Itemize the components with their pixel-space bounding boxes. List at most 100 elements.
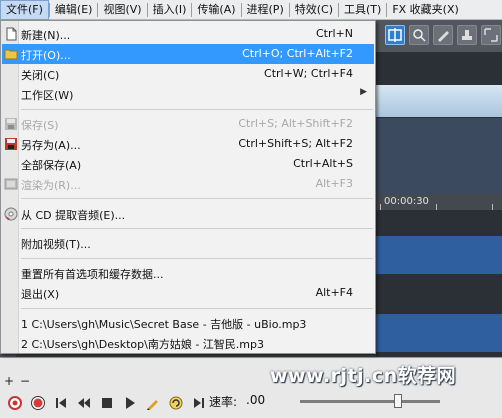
menu-item-shortcut: Ctrl+S; Alt+Shift+F2 [238,117,353,130]
record-arm-button[interactable] [6,394,24,412]
rate-value: .00 [246,393,266,407]
zoom-tool-button[interactable] [409,25,429,45]
rewind-icon [78,398,90,408]
zoom-out-button[interactable]: − [20,374,30,388]
loop-button[interactable] [167,394,185,412]
menu-item-save[interactable]: 保存(S) Ctrl+S; Alt+Shift+F2 [2,114,374,134]
menu-item-new[interactable]: 新建(N)... Ctrl+N [2,24,374,44]
loop-icon [169,396,183,410]
video-thumbnail-strip [376,85,502,117]
rate-slider[interactable] [300,400,440,403]
menu-item-shortcut: Alt+F4 [315,286,353,299]
record-button[interactable] [29,394,47,412]
stamp-tool-button[interactable] [457,25,477,45]
go-to-end-button[interactable] [190,394,208,412]
split-tool-button[interactable] [385,25,405,45]
stop-button[interactable] [98,394,116,412]
menu-edit[interactable]: 编辑(E) [50,0,98,20]
menu-item-render-as[interactable]: 渲染为(R)... Alt+F3 [2,174,374,194]
menu-item-recent-file[interactable]: 2 C:\Users\gh\Desktop\南方姑娘 - 江智民.mp3 [2,333,374,353]
menu-file[interactable]: 文件(F) [0,0,49,20]
file-menu-dropdown: 新建(N)... Ctrl+N 打开(O)... Ctrl+O; Ctrl+Al… [0,20,376,354]
menu-item-exit[interactable]: 退出(X) Alt+F4 [2,283,374,303]
folder-open-icon [3,46,18,61]
pencil-icon [438,31,449,42]
menu-insert[interactable]: 插入(I) [148,0,192,20]
record-arm-icon [8,396,22,410]
go-to-end-icon [194,398,204,408]
go-to-start-button[interactable] [52,394,70,412]
edit-pen-button[interactable] [144,394,162,412]
menu-item-label: 1 C:\Users\gh\Music\Secret Base - 吉他版 - … [21,318,307,331]
audio-waveform [376,236,502,274]
menu-item-attach-video[interactable]: 附加视频(T)... [2,233,374,253]
menu-bar: 文件(F) 编辑(E) 视图(V) 插入(I) 传输(A) 进程(P) 特效(C… [0,0,502,20]
go-to-start-icon [56,398,66,408]
menu-item-label: 新建(N)... [21,29,71,42]
menu-separator [21,198,373,199]
menu-item-shortcut: Ctrl+W; Ctrl+F4 [264,67,353,80]
menu-item-reset-preferences[interactable]: 重置所有首选项和缓存数据... [2,263,374,283]
zoom-icon [413,29,426,42]
split-icon [388,28,402,42]
menu-effects[interactable]: 特效(C) [290,0,338,20]
menu-item-label: 保存(S) [21,119,59,132]
play-icon [126,397,135,409]
stop-icon [102,398,112,408]
menu-separator [21,258,373,259]
rewind-button[interactable] [75,394,93,412]
menu-item-close[interactable]: 关闭(C) Ctrl+W; Ctrl+F4 [2,64,374,84]
menu-transport[interactable]: 传输(A) [192,0,240,20]
menu-item-recent-file[interactable]: 1 C:\Users\gh\Music\Secret Base - 吉他版 - … [2,313,374,333]
pencil-tool-button[interactable] [433,25,453,45]
timeline-time-label: 00:00:30 [384,196,429,207]
rate-slider-thumb[interactable] [394,394,402,408]
menu-item-shortcut: Ctrl+N [315,27,353,40]
watermark: www.rjtj.cn软荐网 [270,365,457,387]
menu-view[interactable]: 视图(V) [98,0,146,20]
submenu-arrow-icon: ▶ [360,87,367,97]
menu-item-save-as[interactable]: 另存为(A)... Ctrl+Shift+S; Alt+F2 [2,134,374,154]
menu-item-shortcut: Ctrl+Shift+S; Alt+F2 [238,137,353,150]
menu-item-label: 打开(O)... [21,49,71,62]
audio-waveform [376,314,502,352]
menu-item-open[interactable]: 打开(O)... Ctrl+O; Ctrl+Alt+F2 [2,44,374,64]
menu-item-shortcut: Ctrl+O; Ctrl+Alt+F2 [242,47,353,60]
play-button[interactable] [121,394,139,412]
new-file-icon [3,26,18,41]
save-as-icon [3,136,18,151]
menu-item-label: 渲染为(R)... [21,179,81,192]
edit-pen-icon [147,400,158,410]
rate-label: 速率: [209,395,238,409]
menu-item-label: 重置所有首选项和缓存数据... [21,268,164,281]
ruler-tick [492,204,493,210]
ruler-tick [436,204,437,210]
menu-item-label: 2 C:\Users\gh\Desktop\南方姑娘 - 江智民.mp3 [21,338,264,351]
menu-item-label: 关闭(C) [21,69,60,82]
menu-item-shortcut: Alt+F3 [315,177,353,190]
menu-separator [21,308,373,309]
record-icon [31,396,45,410]
menu-tools[interactable]: 工具(T) [339,0,386,20]
ruler-tick [380,204,381,210]
menu-item-workspace[interactable]: 工作区(W) ▶ [2,84,374,104]
save-icon [3,116,18,131]
menu-item-label: 工作区(W) [21,89,74,102]
audio-waveform [376,158,502,198]
expand-tool-button[interactable] [481,25,501,45]
audio-waveform [376,118,502,158]
menu-fx-favorites[interactable]: FX 收藏夹(X) [387,0,463,20]
transport-controls [6,394,208,412]
timeline-ruler[interactable]: 00:00:30 [376,194,502,210]
menu-item-save-all[interactable]: 全部保存(A) Ctrl+Alt+S [2,154,374,174]
menu-item-label: 从 CD 提取音频(E)... [21,209,126,222]
menu-separator [21,109,373,110]
menu-process[interactable]: 进程(P) [242,0,289,20]
zoom-in-button[interactable]: + [4,374,14,388]
cd-icon [3,206,18,221]
menu-item-label: 全部保存(A) [21,159,82,172]
render-icon [3,176,18,191]
expand-icon [484,28,498,42]
stamp-icon [462,30,472,40]
menu-item-extract-cd[interactable]: 从 CD 提取音频(E)... [2,204,374,224]
